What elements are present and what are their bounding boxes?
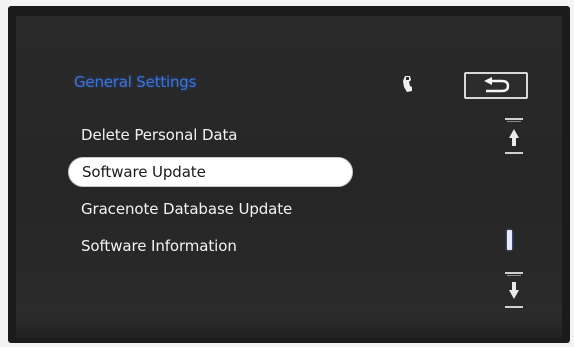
menu-item-label: Software Information [81, 237, 237, 255]
menu-item-label: Gracenote Database Update [81, 200, 293, 218]
scroll-position-indicator[interactable] [507, 230, 512, 250]
phone-handset-icon [401, 74, 415, 94]
menu-item-software-update[interactable]: Software Update [68, 157, 353, 187]
back-arrow-icon [484, 77, 510, 93]
menu-item-label: Software Update [82, 163, 206, 181]
page-up-arrow-icon [505, 118, 523, 154]
back-button[interactable] [464, 72, 528, 99]
page-down-arrow-icon [505, 272, 523, 308]
scroll-down-button[interactable] [502, 270, 526, 312]
menu-item-software-information[interactable]: Software Information [68, 231, 380, 261]
settings-screen: General Settings Delete Personal Data So… [16, 16, 562, 338]
page-title: General Settings [74, 73, 197, 91]
menu-item-label: Delete Personal Data [81, 126, 238, 144]
scroll-up-button[interactable] [502, 116, 526, 158]
menu-item-delete-personal-data[interactable]: Delete Personal Data [68, 120, 380, 150]
settings-menu: Delete Personal Data Software Update Gra… [68, 120, 380, 268]
menu-item-gracenote-database-update[interactable]: Gracenote Database Update [68, 194, 380, 224]
